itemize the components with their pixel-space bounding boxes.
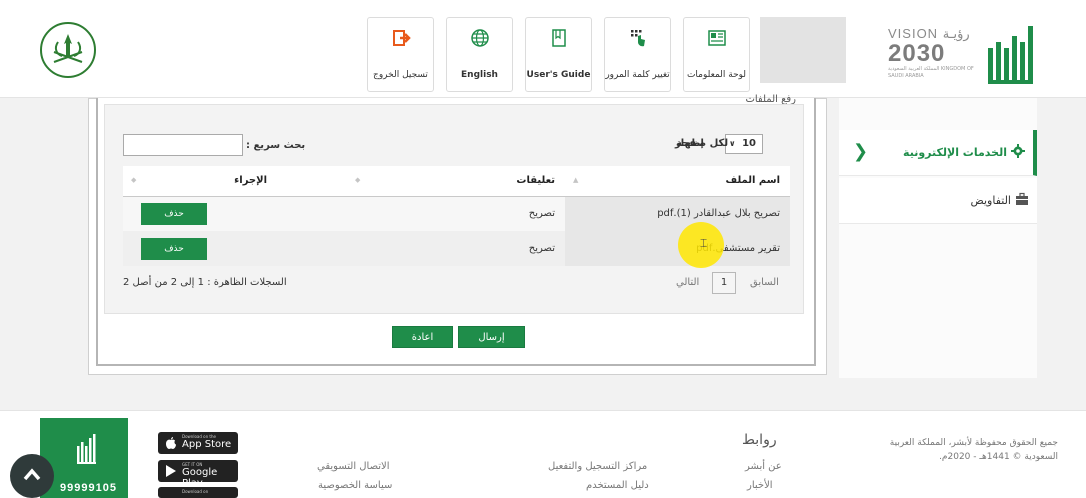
english-label: English bbox=[461, 70, 498, 80]
pagination-previous[interactable]: السابق bbox=[750, 277, 779, 288]
footer-link-news[interactable]: الأخبار bbox=[747, 480, 773, 491]
app-store-badge[interactable]: Download on the App Store bbox=[158, 432, 238, 454]
records-info: السجلات الظاهرة : 1 إلى 2 من أصل 2 bbox=[123, 277, 287, 288]
dashboard-label: لوحة المعلومات bbox=[686, 70, 747, 80]
change-password-label: تغيير كلمة المرور bbox=[605, 70, 670, 80]
page-size-select[interactable]: 10 ∨ bbox=[725, 134, 763, 154]
google-play-text: Google Play bbox=[182, 467, 218, 489]
absher-green-block: 99999105 bbox=[40, 418, 128, 498]
footer-link-marketing[interactable]: الاتصال التسويقي bbox=[317, 461, 390, 472]
users-guide-label: User's Guide bbox=[526, 70, 591, 80]
delete-button[interactable]: حذف bbox=[141, 202, 207, 225]
text-cursor-icon: ⌶ bbox=[700, 236, 708, 250]
briefcase-icon bbox=[1016, 192, 1028, 205]
dashboard-button[interactable]: لوحة المعلومات bbox=[683, 17, 750, 92]
vision-year: 2030 bbox=[888, 40, 946, 67]
footer-link-about[interactable]: عن أبشر bbox=[745, 461, 782, 472]
sidebar-item-eservices[interactable]: الخدمات الإلكترونية ❮ bbox=[839, 130, 1037, 176]
book-icon bbox=[551, 29, 566, 47]
english-button[interactable]: English bbox=[446, 17, 513, 92]
links-title: روابط bbox=[742, 432, 777, 448]
pagination-next[interactable]: التالي bbox=[676, 277, 699, 288]
absher-logo bbox=[988, 26, 1033, 84]
absher-logo-white bbox=[77, 434, 96, 464]
third-badge-small-text: Download on bbox=[182, 489, 209, 494]
logout-icon bbox=[392, 30, 411, 46]
vision-subtitle: المملكة العربية السعودية KINGDOM OF SAUD… bbox=[888, 66, 974, 79]
play-icon bbox=[166, 465, 176, 477]
vision-2030-logo: VISION رؤيـة 2030 المملكة العربية السعود… bbox=[888, 26, 974, 90]
column-header-action[interactable]: الإجراء ◆ bbox=[123, 166, 347, 197]
chevron-down-icon: ∨ bbox=[729, 139, 736, 148]
sidebar-item-label: التفاويض bbox=[970, 194, 1012, 207]
absher-number: 99999105 bbox=[60, 482, 117, 494]
apple-icon bbox=[166, 437, 176, 449]
sidebar-item-label: الخدمات الإلكترونية bbox=[903, 146, 1007, 159]
comment-cell: تصريح bbox=[347, 231, 565, 266]
footer-link-privacy[interactable]: سياسة الخصوصية bbox=[318, 480, 392, 491]
app-store-text: App Store bbox=[182, 439, 232, 450]
comment-cell: تصريح bbox=[347, 196, 565, 231]
saudi-emblem-logo bbox=[40, 22, 96, 78]
users-guide-button[interactable]: User's Guide bbox=[525, 17, 592, 92]
action-cell: حذف bbox=[123, 231, 347, 266]
sidebar: الخدمات الإلكترونية ❮ التفاويض bbox=[839, 130, 1037, 224]
sort-icon: ◆ bbox=[355, 176, 361, 184]
reset-button[interactable]: اعادة bbox=[392, 326, 453, 348]
chevron-up-icon bbox=[23, 468, 41, 481]
top-header: تسجيل الخروج English User's Guide تغيير … bbox=[0, 0, 1086, 98]
per-page-label: لكل صفحة bbox=[676, 138, 729, 149]
quick-search-label: بحث سريع : bbox=[246, 140, 306, 151]
google-play-badge[interactable]: GET IT ON Google Play bbox=[158, 460, 238, 489]
logout-label: تسجيل الخروج bbox=[373, 70, 428, 80]
sort-asc-icon: ▲ bbox=[573, 176, 579, 184]
change-password-button[interactable]: تغيير كلمة المرور bbox=[604, 17, 671, 92]
delete-button[interactable]: حذف bbox=[141, 237, 207, 260]
sidebar-item-delegations[interactable]: التفاويض bbox=[839, 178, 1037, 224]
gear-icon bbox=[1011, 144, 1025, 158]
sort-icon: ◆ bbox=[131, 176, 137, 184]
copyright-text: جميع الحقوق محفوظة لأبشر، المملكة العربي… bbox=[889, 438, 1058, 462]
keypad-hand-icon bbox=[630, 30, 645, 47]
logout-button[interactable]: تسجيل الخروج bbox=[367, 17, 434, 92]
globe-icon bbox=[470, 29, 489, 47]
footer-link-registration-centers[interactable]: مراكز التسجيل والتفعيل bbox=[548, 461, 647, 472]
column-header-file-name[interactable]: اسم الملف ▲ bbox=[565, 166, 790, 197]
send-button[interactable]: إرسال bbox=[458, 326, 525, 348]
column-header-comments[interactable]: تعليقات ◆ bbox=[347, 166, 565, 197]
third-store-badge[interactable]: Download on bbox=[158, 487, 238, 498]
dashboard-icon bbox=[707, 30, 726, 46]
scroll-to-top-button[interactable] bbox=[10, 454, 54, 498]
footer-link-user-guide[interactable]: دليل المستخدم bbox=[586, 480, 649, 491]
file-name-cell: تصريح بلال عبدالقادر (1).pdf bbox=[565, 196, 790, 231]
user-info-placeholder bbox=[760, 17, 846, 83]
action-cell: حذف bbox=[123, 196, 347, 231]
pagination-current-page[interactable]: 1 bbox=[712, 272, 736, 294]
chevron-left-icon[interactable]: ❮ bbox=[853, 141, 868, 162]
page-size-value: 10 bbox=[742, 138, 756, 149]
table-header-row: اسم الملف ▲ تعليقات ◆ الإجراء ◆ bbox=[123, 166, 790, 197]
quick-search-input[interactable] bbox=[123, 134, 243, 156]
